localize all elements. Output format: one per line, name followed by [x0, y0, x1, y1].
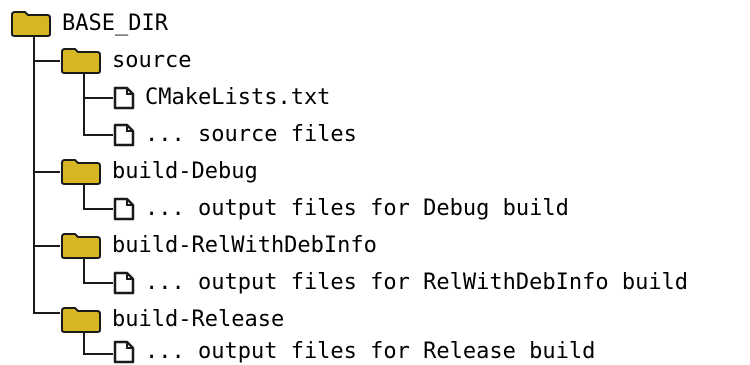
tree-node-source[interactable]: source — [60, 43, 191, 79]
file-icon — [113, 271, 135, 295]
tree-node-debug-output[interactable]: ... output files for Debug build — [113, 191, 569, 227]
node-label: ... source files — [145, 122, 357, 147]
tree-node-cmakelists[interactable]: CMakeLists.txt — [113, 80, 330, 116]
file-icon — [113, 197, 135, 221]
node-label: ... output files for Release build — [145, 339, 596, 364]
node-label: source — [112, 48, 192, 73]
file-icon — [113, 86, 135, 110]
node-label: build-Release — [112, 307, 285, 332]
node-label: ... output files for Debug build — [145, 196, 569, 221]
node-label: ... output files for RelWithDebInfo buil… — [145, 270, 689, 295]
file-icon — [113, 123, 135, 147]
folder-icon — [60, 232, 102, 260]
directory-tree: BASE_DIR source CMakeLists.txt ... sourc… — [0, 0, 750, 365]
tree-node-source-files[interactable]: ... source files — [113, 117, 357, 153]
tree-node-release-output[interactable]: ... output files for Release build — [113, 339, 595, 365]
node-label: build-RelWithDebInfo — [112, 233, 377, 258]
tree-node-relwithdebinfo-output[interactable]: ... output files for RelWithDebInfo buil… — [113, 265, 688, 301]
folder-icon — [60, 47, 102, 75]
tree-node-build-release[interactable]: build-Release — [60, 302, 284, 338]
node-label: BASE_DIR — [62, 11, 168, 36]
folder-icon — [60, 306, 102, 334]
file-icon — [113, 340, 135, 364]
folder-icon — [10, 10, 52, 38]
folder-icon — [60, 158, 102, 186]
tree-node-build-relwithdebinfo[interactable]: build-RelWithDebInfo — [60, 228, 377, 264]
node-label: CMakeLists.txt — [145, 85, 331, 110]
node-label: build-Debug — [112, 159, 258, 184]
tree-node-base-dir[interactable]: BASE_DIR — [10, 6, 168, 42]
tree-node-build-debug[interactable]: build-Debug — [60, 154, 258, 190]
